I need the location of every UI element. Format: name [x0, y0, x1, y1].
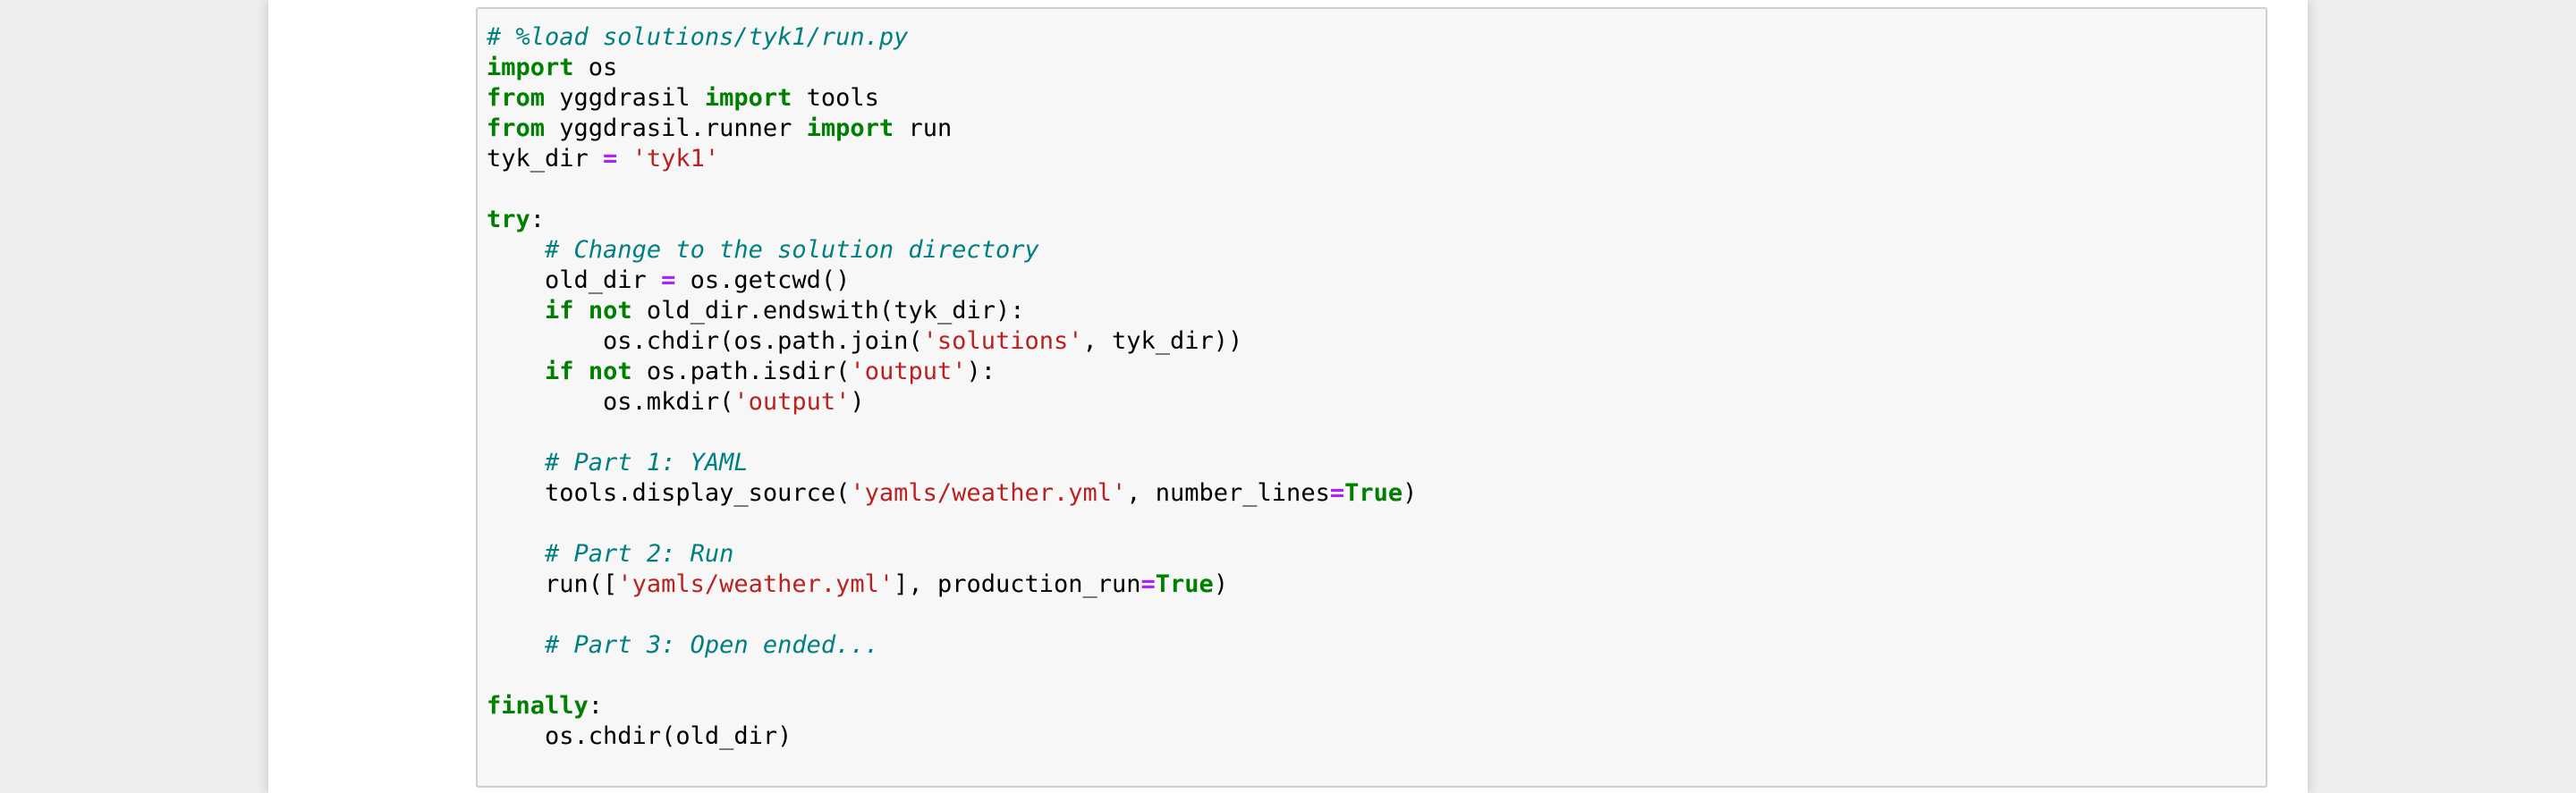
string-token: 'yamls/weather.yml' — [617, 570, 894, 598]
keyword-token: from — [487, 114, 546, 142]
keyword-token: True — [1155, 570, 1214, 598]
comment-token: # %load solutions/tyk1/run.py — [487, 23, 909, 51]
code-text: : — [588, 692, 604, 720]
code-cell[interactable]: In [ ]: # %load solutions/tyk1/run.pyimp… — [268, 0, 2308, 793]
code-line: tyk_dir = 'tyk1' — [487, 144, 1417, 174]
operator-token: = — [1329, 479, 1345, 507]
code-editor[interactable]: # %load solutions/tyk1/run.py import os fr… — [476, 7, 2267, 788]
code-line: finally: — [487, 691, 1417, 721]
code-line: if not os.path.isdir('output'): — [487, 357, 1417, 387]
code-text: os.chdir(old_dir) — [487, 722, 792, 750]
operator-token: = — [603, 145, 618, 173]
string-token: 'solutions' — [922, 327, 1083, 355]
code-text: os.chdir(os.path.join( — [487, 327, 923, 355]
keyword-token: not — [588, 297, 632, 325]
keyword-token: True — [1344, 479, 1403, 507]
code-text: old_dir — [487, 266, 662, 294]
code-text: run([ — [487, 570, 618, 598]
keyword-token: not — [588, 358, 632, 385]
keyword-token: import — [806, 114, 894, 142]
code-text: tyk_dir — [487, 145, 604, 173]
code-text: : — [530, 206, 546, 233]
keyword-token: import — [704, 84, 792, 112]
string-token: 'tyk1' — [631, 145, 720, 173]
string-token: 'output' — [733, 388, 851, 416]
code-line: # %load solutions/tyk1/run.py — [487, 22, 1417, 53]
string-token: 'output' — [850, 358, 967, 385]
code-line: os.chdir(old_dir) — [487, 721, 1417, 752]
notebook-page: In [ ]: # %load solutions/tyk1/run.pyimp… — [268, 0, 2308, 793]
keyword-token: from — [487, 84, 546, 112]
code-line: old_dir = os.getcwd() — [487, 266, 1417, 296]
code-line: tools.display_source('yamls/weather.yml'… — [487, 478, 1417, 509]
comment-token: # Part 2: Run — [545, 540, 734, 568]
code-text: run — [894, 114, 953, 142]
comment-token: # Part 3: Open ended... — [545, 631, 879, 659]
code-text: ) — [1213, 570, 1229, 598]
keyword-token: if — [545, 297, 574, 325]
keyword-token: finally — [487, 692, 589, 720]
code-line: os.mkdir('output') — [487, 387, 1417, 418]
code-line: # Part 3: Open ended... — [487, 630, 1417, 661]
code-line: from yggdrasil.runner import run — [487, 114, 1417, 144]
code-block[interactable]: # %load solutions/tyk1/run.py import os fr… — [487, 22, 1417, 752]
code-text: os.path.isdir( — [631, 358, 851, 385]
code-text: tools — [792, 84, 879, 112]
code-line: # Change to the solution directory — [487, 235, 1417, 266]
code-line: if not old_dir.endswith(tyk_dir): — [487, 296, 1417, 326]
comment-token: # Part 1: YAML — [545, 449, 749, 477]
code-line: try: — [487, 205, 1417, 235]
code-line: # Part 1: YAML — [487, 448, 1417, 478]
code-text: , number_lines — [1126, 479, 1330, 507]
code-text: os.getcwd() — [675, 266, 851, 294]
comment-token: # Change to the solution directory — [545, 236, 1039, 264]
code-text: old_dir.endswith(tyk_dir): — [631, 297, 1025, 325]
code-line: import os — [487, 53, 1417, 83]
code-text: os.mkdir( — [487, 388, 734, 416]
code-text: ) — [1402, 479, 1418, 507]
keyword-token: try — [487, 206, 530, 233]
code-line: run(['yamls/weather.yml'], production_ru… — [487, 569, 1417, 600]
code-line: os.chdir(os.path.join('solutions', tyk_d… — [487, 326, 1417, 357]
operator-token: = — [1140, 570, 1156, 598]
code-line: from yggdrasil import tools — [487, 83, 1417, 114]
code-text: os — [573, 54, 618, 81]
operator-token: = — [661, 266, 676, 294]
keyword-token: import — [487, 54, 574, 81]
code-text: , tyk_dir)) — [1082, 327, 1243, 355]
code-text: tools.display_source( — [487, 479, 851, 507]
keyword-token: if — [545, 358, 574, 385]
code-text: ], production_run — [894, 570, 1141, 598]
code-line: # Part 2: Run — [487, 539, 1417, 569]
code-text: ) — [850, 388, 865, 416]
code-text: yggdrasil.runner — [545, 114, 807, 142]
string-token: 'yamls/weather.yml' — [850, 479, 1127, 507]
code-text: yggdrasil — [545, 84, 705, 112]
code-text: ): — [966, 358, 996, 385]
